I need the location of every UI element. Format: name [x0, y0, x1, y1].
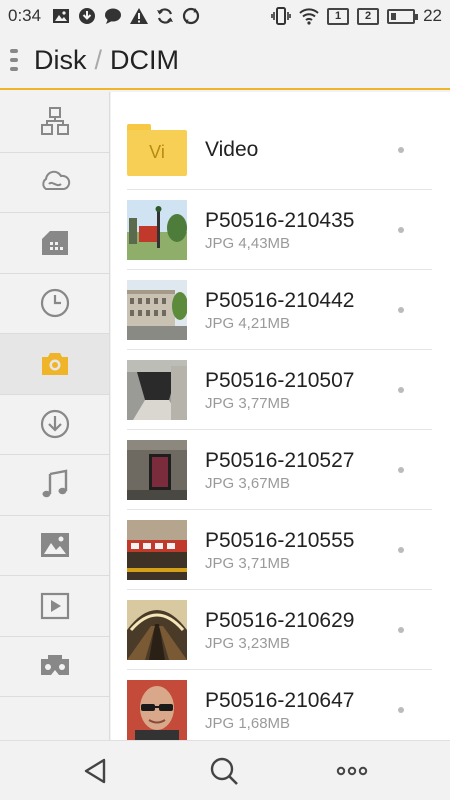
list-item[interactable]: P50516-210629 JPG 3,23MB: [127, 590, 432, 670]
sidebar-item-camera[interactable]: [0, 334, 109, 395]
battery-level: 22: [423, 6, 442, 25]
sim2-icon: 2: [357, 7, 380, 25]
bottom-bar: [0, 740, 450, 800]
sidebar-item-cloud[interactable]: [0, 153, 109, 213]
file-meta: JPG 1,68MB: [205, 714, 291, 732]
download-icon: [40, 410, 69, 439]
back-icon: [84, 758, 106, 784]
file-name: P50516-210507: [205, 368, 355, 392]
file-meta: JPG 4,43MB: [205, 234, 291, 252]
file-list: Vi Video P50516-210435 JPG 4,43MB P50516…: [111, 92, 450, 740]
warning-icon: [129, 6, 149, 26]
more-button[interactable]: [336, 755, 368, 787]
list-item[interactable]: P50516-210507 JPG 3,77MB: [127, 350, 432, 430]
wifi-icon: [299, 6, 319, 26]
sidebar-item-videos[interactable]: [0, 576, 109, 637]
sidebar-item-downloads[interactable]: [0, 395, 109, 455]
image-thumbnail: [127, 679, 187, 740]
status-time: 0:34: [8, 6, 42, 25]
vr-glasses-icon: [40, 655, 69, 676]
sidebar-item-music[interactable]: [0, 455, 109, 516]
camera-icon: [41, 352, 68, 375]
download-notification-icon: [77, 6, 97, 26]
picture-icon: [40, 533, 69, 558]
sidebar-item-vr[interactable]: [0, 637, 109, 697]
image-thumbnail: [127, 439, 187, 500]
list-item[interactable]: P50516-210435 JPG 4,43MB: [127, 190, 432, 270]
file-name: P50516-210555: [205, 528, 355, 552]
search-button[interactable]: [208, 755, 240, 787]
image-thumbnail: [127, 599, 187, 660]
more-icon: [336, 766, 368, 776]
battery-icon: [387, 8, 419, 24]
chat-icon: [103, 6, 123, 26]
image-thumbnail: [127, 359, 187, 420]
item-status-dot: [398, 466, 404, 473]
file-name: P50516-210442: [205, 288, 355, 312]
breadcrumb-root[interactable]: Disk: [34, 45, 87, 76]
sim1-icon: 1: [327, 7, 350, 25]
network-icon: [40, 106, 69, 135]
music-icon: [42, 469, 67, 497]
list-item-folder[interactable]: Vi Video: [127, 110, 432, 190]
image-thumbnail: [127, 519, 187, 580]
vibrate-icon: [271, 6, 291, 26]
file-name: P50516-210527: [205, 448, 355, 472]
list-item[interactable]: P50516-210555 JPG 3,71MB: [127, 510, 432, 590]
file-meta: JPG 4,21MB: [205, 314, 291, 332]
item-status-dot: [398, 546, 404, 553]
item-status-dot: [398, 226, 404, 233]
status-bar: 0:34 1 2 22: [0, 0, 450, 32]
file-meta: JPG 3,67MB: [205, 474, 291, 492]
sync-icon: [155, 6, 175, 26]
item-status-dot: [398, 306, 404, 313]
sd-card-icon: [41, 230, 68, 255]
file-name: P50516-210435: [205, 208, 355, 232]
list-item[interactable]: P50516-210527 JPG 3,67MB: [127, 430, 432, 510]
sidebar-item-pictures[interactable]: [0, 516, 109, 576]
folder-label: Vi: [127, 129, 187, 176]
search-icon: [210, 757, 238, 785]
item-status-dot: [398, 626, 404, 633]
title-bar: Disk / DCIM: [0, 32, 450, 90]
list-item[interactable]: P50516-210442 JPG 4,21MB: [127, 270, 432, 350]
drawer-handle-icon[interactable]: [10, 47, 24, 73]
sidebar-item-network[interactable]: [0, 92, 109, 153]
file-name: P50516-210629: [205, 608, 355, 632]
back-button[interactable]: [80, 755, 112, 787]
item-status-dot: [398, 386, 404, 393]
recent-clock-icon: [40, 289, 69, 318]
item-status-dot: [398, 146, 404, 153]
item-status-dot: [398, 706, 404, 713]
sidebar-item-recent[interactable]: [0, 274, 109, 334]
list-item[interactable]: P50516-210647 JPG 1,68MB: [127, 670, 432, 740]
breadcrumb-separator: /: [94, 44, 103, 75]
sidebar: [0, 92, 110, 740]
sync-alt-icon: [181, 6, 201, 26]
file-name: P50516-210647: [205, 688, 355, 712]
file-name: Video: [205, 137, 259, 161]
video-icon: [40, 592, 69, 619]
cloud-icon: [41, 171, 70, 191]
file-meta: JPG 3,71MB: [205, 554, 291, 572]
folder-icon: Vi: [127, 120, 187, 180]
image-thumbnail: [127, 279, 187, 340]
breadcrumb-current: DCIM: [110, 44, 180, 75]
sidebar-item-storage[interactable]: [0, 213, 109, 274]
image-notification-icon: [51, 6, 71, 26]
file-meta: JPG 3,23MB: [205, 634, 291, 652]
file-meta: JPG 3,77MB: [205, 394, 291, 412]
image-thumbnail: [127, 199, 187, 260]
